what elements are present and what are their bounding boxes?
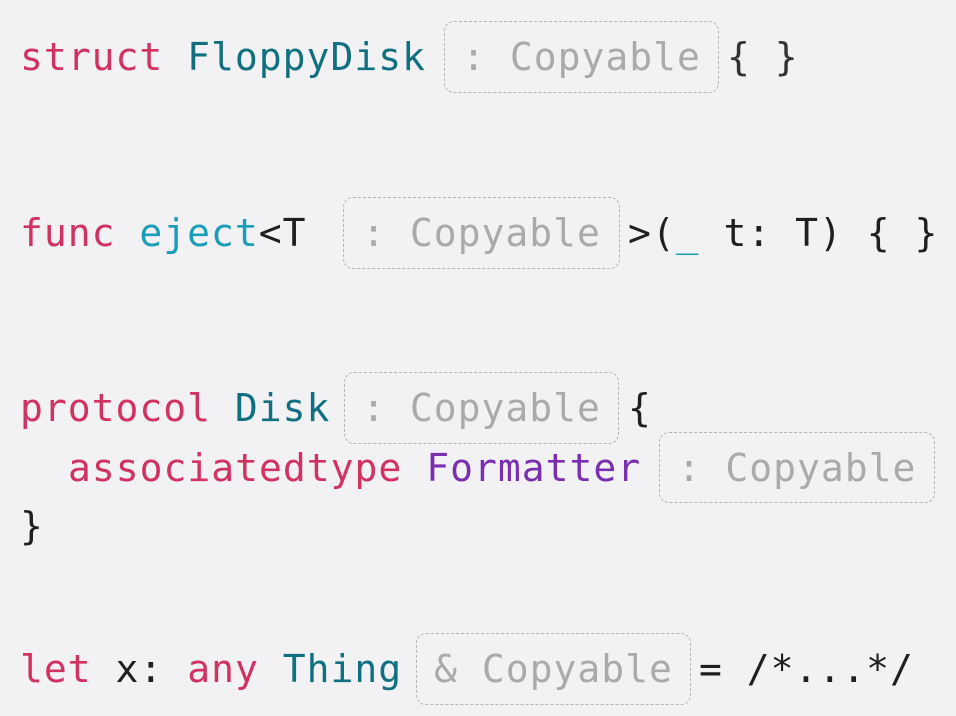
let-variable: x: (115, 647, 164, 691)
param-underscore: _ (675, 211, 700, 255)
struct-braces: { } (727, 35, 799, 79)
let-tail: = /*...*/ (699, 633, 914, 705)
protocol-brace-close: } (20, 504, 44, 548)
protocol-keyword: protocol (20, 386, 212, 430)
struct-name: FloppyDisk (187, 35, 426, 79)
struct-declaration: struct FloppyDisk (20, 21, 426, 93)
let-assignment: = /*...*/ (699, 647, 914, 691)
associatedtype-keyword: associatedtype (68, 446, 403, 490)
let-copyable-constraint: & Copyable (416, 633, 691, 705)
protocol-brace-open: { (628, 386, 652, 430)
let-keyword: let (20, 647, 92, 691)
func-params: >(_ t: T) { } (628, 197, 938, 269)
func-copyable-constraint: : Copyable (343, 197, 620, 269)
func-keyword: func (20, 211, 116, 255)
let-type: Thing (282, 647, 403, 691)
associatedtype-copyable-constraint: : Copyable (659, 432, 935, 503)
params-rest: t: T) { } (699, 211, 939, 255)
protocol-brace-close-line: } (20, 490, 44, 562)
let-declaration: let x: any Thing (20, 633, 402, 705)
struct-copyable-constraint: : Copyable (444, 21, 719, 93)
associatedtype-declaration: associatedtype Formatter (68, 432, 641, 504)
func-declaration: func eject <T (20, 197, 307, 269)
params-open: >( (628, 211, 676, 255)
any-keyword: any (187, 647, 259, 691)
func-name: eject (139, 211, 259, 255)
associatedtype-name: Formatter (426, 446, 642, 490)
struct-body: { } (727, 21, 799, 93)
code-slide: struct FloppyDisk : Copyable { } func ej… (0, 0, 956, 716)
generic-open: <T (258, 211, 307, 255)
protocol-name: Disk (234, 386, 331, 430)
struct-keyword: struct (20, 35, 164, 79)
